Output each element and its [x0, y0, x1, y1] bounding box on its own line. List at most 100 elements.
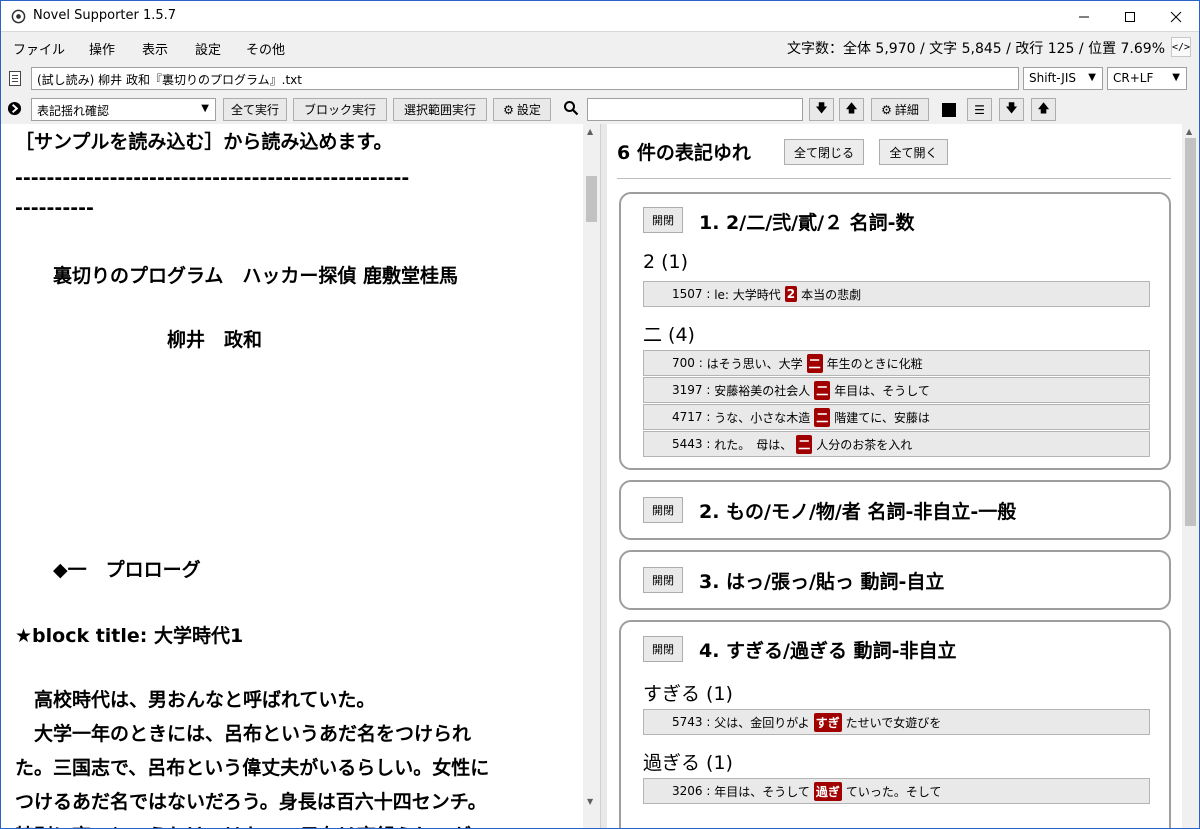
search-icon [564, 101, 579, 116]
gear-icon: ⚙ [503, 102, 514, 117]
collapse-all-button[interactable]: 全て閉じる [784, 139, 864, 165]
arrow-up-icon: 🡅 [845, 101, 858, 115]
variant-label: 二 (4) [643, 324, 695, 346]
occurrence-row[interactable]: 700 : はそう思い、大学二年生のときに化粧 [643, 350, 1150, 376]
editor-line: 特別に高いというわけではない。只存は高鍋らしいが [15, 820, 471, 828]
variant-label: 2 (1) [643, 251, 689, 273]
scroll-down-icon: ▼ [587, 797, 594, 806]
toggle-button[interactable]: 開閉 [643, 636, 683, 662]
variation-card: 開閉 3. はっ/張っ/貼っ 動詞-自立 [619, 550, 1171, 610]
list-button[interactable]: ☰ [967, 98, 992, 121]
mode-select[interactable]: 表記揺れ確認 ▼ [31, 98, 216, 121]
context-before: はそう思い、大学 [706, 356, 803, 371]
context-before: 安藤裕美の社会人 [714, 383, 811, 398]
context-before: 年目は、そうして [714, 784, 810, 799]
menu-view[interactable]: 表示 [142, 39, 168, 58]
editor-line: 大学一年のときには、呂布というあだ名をつけられ [15, 723, 472, 745]
variation-card: 開閉 1. 2/二/弐/貳/２ 名詞-数 2 (1) 1507 : le: 大学… [619, 192, 1171, 470]
variation-title: 1. 2/二/弐/貳/２ 名詞-数 [699, 212, 915, 234]
variation-title: 2. もの/モノ/物/者 名詞-非自立-一般 [699, 501, 1017, 523]
app-window: Novel Supporter 1.5.7 ファイル 操作 表示 設定 その他 … [0, 0, 1200, 829]
encoding-value: Shift-JIS [1029, 71, 1076, 85]
line-number: 700 [672, 356, 695, 370]
line-number: 4717 [672, 410, 703, 424]
menu-settings[interactable]: 設定 [195, 39, 221, 58]
menu-file[interactable]: ファイル [13, 39, 65, 58]
run-all-button[interactable]: 全て実行 [223, 98, 287, 121]
occurrence-row[interactable]: 5743 : 父は、金回りがよ すぎ たせいで女遊びを [643, 709, 1150, 735]
menu-operation[interactable]: 操作 [89, 39, 115, 58]
divider [617, 178, 1171, 179]
line-number: 3206 [672, 784, 703, 798]
close-button[interactable] [1153, 1, 1199, 32]
context-after: 年生のときに化粧 [826, 356, 923, 371]
occurrence-row[interactable]: 4717 : うな、小さな木造二階建てに、安藤は [643, 404, 1150, 430]
character-count-status: 文字数：全体 5,970 / 文字 5,845 / 改行 125 / 位置 7.… [786, 41, 1165, 57]
editor-line: ---------- [15, 197, 94, 219]
run-arrow-icon[interactable] [7, 101, 22, 116]
arrow-down-icon: 🡇 [815, 101, 828, 115]
chevron-down-icon: ▼ [201, 103, 209, 114]
toggle-button[interactable]: 開閉 [643, 497, 683, 523]
run-block-button[interactable]: ブロック実行 [293, 98, 387, 121]
line-number: 5443 [672, 437, 703, 451]
context-before: れた。 母は、 [714, 437, 793, 452]
variant-label: すぎる (1) [643, 683, 733, 705]
scroll-up-icon: ▲ [1186, 127, 1193, 136]
line-number: 3197 [672, 383, 703, 397]
context-after: ていった。そして [845, 784, 942, 799]
toggle-button[interactable]: 開閉 [643, 567, 683, 593]
editor-line: 高校時代は、男おんなと呼ばれていた。 [15, 689, 376, 711]
document-icon [9, 71, 21, 86]
arrow-down-icon: 🡇 [1005, 101, 1018, 115]
occurrence-row[interactable]: 3197 : 安藤裕美の社会人二年目は、そうして [643, 377, 1150, 403]
line-ending-select[interactable]: CR+LF ▼ [1107, 67, 1187, 90]
search-next-button[interactable]: 🡇 [809, 98, 834, 121]
variation-count-heading: 6 件の表記ゆれ [617, 142, 751, 164]
menu-other[interactable]: その他 [246, 39, 285, 58]
minimize-icon [1079, 16, 1089, 17]
chevron-down-icon: ▼ [1172, 72, 1180, 83]
editor-scrollbar[interactable]: ▲ ▼ [583, 124, 600, 828]
highlight-term: 2 [784, 286, 798, 302]
search-input[interactable] [587, 98, 803, 121]
panel-scroll-thumb[interactable] [1185, 138, 1196, 526]
run-selection-button[interactable]: 選択範囲実行 [393, 98, 487, 121]
next-item-button[interactable]: 🡇 [999, 98, 1024, 121]
close-icon [1170, 11, 1182, 22]
editor-line: ［サンプルを読み込む］から読み込めます。 [15, 131, 393, 153]
text-editor[interactable]: ［サンプルを読み込む］から読み込めます。 -------------------… [1, 124, 601, 828]
encoding-select[interactable]: Shift-JIS ▼ [1023, 67, 1103, 90]
occurrence-row[interactable]: 5443 : れた。 母は、二人分のお茶を入れ [643, 431, 1150, 457]
color-swatch[interactable] [942, 103, 956, 117]
editor-line: ----------------------------------------… [15, 167, 410, 189]
minimize-button[interactable] [1061, 1, 1107, 32]
highlight-term: 過ぎ [813, 781, 842, 801]
occurrence-row[interactable]: 3206 : 年目は、そうして 過ぎ ていった。そして [643, 778, 1150, 804]
line-ending-value: CR+LF [1113, 71, 1154, 85]
code-icon-button[interactable]: </> [1171, 37, 1191, 57]
prev-item-button[interactable]: 🡅 [1031, 98, 1056, 121]
highlight-term: 二 [796, 434, 813, 454]
panel-scrollbar[interactable]: ▲ [1182, 124, 1199, 828]
context-before: 父は、金回りがよ [714, 715, 810, 730]
expand-all-button[interactable]: 全て開く [879, 139, 948, 165]
editor-line: ★block title: 大学時代1 [15, 625, 244, 647]
highlight-term: すぎ [813, 712, 842, 732]
settings-button[interactable]: ⚙ 設定 [493, 98, 551, 121]
context-before: うな、小さな木造 [714, 410, 811, 425]
variation-title: 3. はっ/張っ/貼っ 動詞-自立 [699, 571, 945, 593]
file-path-field[interactable]: (試し読み) 柳井 政和『裏切りのプログラム』.txt [31, 67, 1019, 90]
search-prev-button[interactable]: 🡅 [839, 98, 864, 121]
scroll-up-icon: ▲ [587, 127, 594, 136]
detail-label: 詳細 [894, 103, 919, 117]
editor-line: た。三国志で、呂布という偉丈夫がいるらしい。女性に [15, 757, 490, 779]
editor-line: 裏切りのプログラム ハッカー探偵 鹿敷堂桂馬 [15, 265, 459, 287]
gear-icon: ⚙ [881, 102, 892, 117]
maximize-button[interactable] [1107, 1, 1153, 32]
title-bar[interactable]: Novel Supporter 1.5.7 [1, 1, 1199, 32]
search-detail-button[interactable]: ⚙ 詳細 [871, 98, 929, 121]
occurrence-row[interactable]: 1507 : le: 大学時代 2 本当の悲劇 [643, 281, 1150, 307]
editor-scroll-thumb[interactable] [586, 176, 597, 222]
toggle-button[interactable]: 開閉 [643, 207, 683, 233]
